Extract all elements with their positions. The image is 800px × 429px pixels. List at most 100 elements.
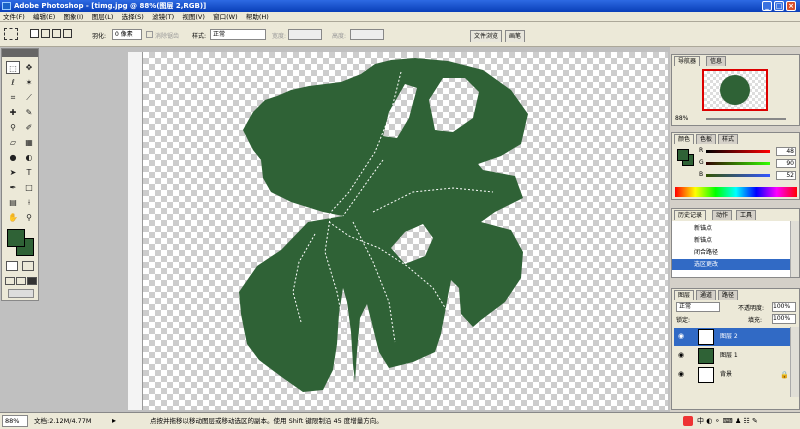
magic-wand-tool-icon[interactable]: ✶ — [22, 76, 36, 89]
healing-brush-tool-icon[interactable]: ✚ — [6, 106, 20, 119]
full-screen-icon[interactable] — [27, 277, 37, 285]
minimize-button[interactable]: _ — [762, 1, 772, 11]
color-ramp[interactable] — [675, 187, 797, 197]
tab-swatches[interactable]: 色板 — [696, 134, 717, 144]
layers-scrollbar[interactable] — [790, 327, 799, 397]
tab-channels[interactable]: 通道 — [696, 290, 717, 300]
menu-filter[interactable]: 滤镜(T) — [149, 12, 177, 22]
brush-tool-icon[interactable]: ✎ — [22, 106, 36, 119]
marquee-tool-preset-icon[interactable] — [4, 28, 18, 40]
tab-color[interactable]: 颜色 — [674, 134, 695, 144]
standard-mode-icon[interactable] — [6, 261, 18, 271]
history-item[interactable]: 闭合路径 — [672, 247, 790, 258]
blur-tool-icon[interactable]: ● — [6, 151, 20, 164]
document-size[interactable]: 文档:2.12M/4.77M — [34, 413, 92, 429]
zoom-level-input[interactable]: 88% — [2, 415, 28, 427]
add-selection-icon[interactable] — [41, 29, 50, 38]
move-tool-icon[interactable]: ✥ — [22, 61, 36, 74]
menu-view[interactable]: 视图(V) — [179, 12, 208, 22]
r-slider[interactable] — [706, 150, 770, 153]
layer-row[interactable]: 背景 — [674, 366, 790, 384]
history-brush-tool-icon[interactable]: ✐ — [22, 121, 36, 134]
b-slider[interactable] — [706, 174, 770, 177]
blend-mode-select[interactable]: 正常 — [676, 302, 720, 312]
jump-to-imageready-icon[interactable] — [8, 289, 34, 298]
hand-tool-icon[interactable]: ✋ — [6, 211, 20, 224]
navigator-zoom-slider[interactable] — [706, 118, 786, 120]
zoom-tool-icon[interactable]: ⚲ — [22, 211, 36, 224]
gradient-tool-icon[interactable]: ▦ — [22, 136, 36, 149]
layer-row-selected[interactable]: 图层 2 — [674, 328, 790, 346]
menu-window[interactable]: 窗口(W) — [210, 12, 241, 22]
tab-paths[interactable]: 路径 — [718, 290, 739, 300]
foreground-color-swatch[interactable] — [7, 229, 25, 247]
notes-tool-icon[interactable]: ▤ — [6, 196, 20, 209]
full-screen-menu-icon[interactable] — [16, 277, 26, 285]
g-slider[interactable] — [706, 162, 770, 165]
tab-info[interactable]: 信息 — [706, 56, 727, 66]
eye-visibility-icon[interactable]: ◉ — [678, 370, 686, 378]
tab-history[interactable]: 历史记录 — [674, 210, 707, 220]
menu-help[interactable]: 帮助(H) — [243, 12, 272, 22]
ime-logo-icon[interactable] — [683, 416, 693, 426]
slice-tool-icon[interactable]: ⟋ — [22, 91, 36, 104]
quick-mask-mode-icon[interactable] — [22, 261, 34, 271]
tab-tool-presets[interactable]: 工具 — [736, 210, 757, 220]
navigator-zoom-value[interactable]: 88% — [675, 115, 688, 122]
height-input[interactable] — [350, 29, 384, 40]
r-value-input[interactable]: 48 — [776, 147, 796, 156]
history-scrollbar[interactable] — [790, 221, 799, 277]
color-panel: 颜色 色板 样式 R 48 G 90 B 52 — [671, 132, 800, 200]
arrow-right-icon[interactable]: ▸ — [112, 413, 116, 429]
menu-image[interactable]: 图象(I) — [60, 12, 86, 22]
feather-input[interactable]: 0 像素 — [112, 29, 142, 40]
history-item-selected[interactable]: 选区更改 — [672, 259, 790, 270]
shape-tool-icon[interactable]: □ — [22, 181, 36, 194]
path-selection-tool-icon[interactable]: ➤ — [6, 166, 20, 179]
width-input[interactable] — [288, 29, 322, 40]
maximize-button[interactable]: □ — [774, 1, 784, 11]
navigator-thumbnail[interactable] — [702, 69, 768, 111]
history-item[interactable]: 新锚点 — [672, 235, 790, 246]
tab-styles[interactable]: 样式 — [718, 134, 739, 144]
menu-file[interactable]: 文件(F) — [0, 12, 28, 22]
tab-brushes[interactable]: 画笔 — [505, 30, 526, 42]
tab-navigator[interactable]: 导航器 — [674, 56, 701, 66]
subtract-selection-icon[interactable] — [52, 29, 61, 38]
clone-stamp-tool-icon[interactable]: ⚲ — [6, 121, 20, 134]
intersect-selection-icon[interactable] — [63, 29, 72, 38]
menu-select[interactable]: 选择(S) — [119, 12, 147, 22]
b-value-input[interactable]: 52 — [776, 171, 796, 180]
eye-visibility-icon[interactable]: ◉ — [678, 351, 686, 359]
color-fg-swatch[interactable] — [677, 149, 689, 161]
b-label: B — [699, 171, 704, 178]
tab-file-browser[interactable]: 文件浏览 — [470, 30, 503, 42]
opacity-input[interactable]: 100% — [772, 302, 796, 312]
marquee-tool-icon[interactable]: ⬚ — [6, 61, 20, 74]
antialias-checkbox[interactable] — [146, 31, 153, 38]
dodge-tool-icon[interactable]: ◐ — [22, 151, 36, 164]
ime-toolbar-icons[interactable]: 中 ◐ ⚬ ⌨ ♟ ☷ ✎ — [697, 413, 758, 429]
tab-actions[interactable]: 动作 — [712, 210, 733, 220]
new-selection-icon[interactable] — [30, 29, 39, 38]
history-item[interactable]: 新锚点 — [672, 223, 790, 234]
document-canvas[interactable] — [143, 52, 668, 410]
g-value-input[interactable]: 90 — [776, 159, 796, 168]
options-bar: 羽化: 0 像素 消除锯齿 样式: 正常 宽度: 高度: 文件浏览 画笔 — [0, 22, 800, 47]
tab-layers[interactable]: 图层 — [674, 290, 695, 300]
fill-input[interactable]: 100% — [772, 314, 796, 324]
tools-palette-header[interactable] — [2, 49, 38, 57]
eyedropper-tool-icon[interactable]: ⟊ — [22, 196, 36, 209]
crop-tool-icon[interactable]: ⌗ — [6, 91, 20, 104]
eye-visibility-icon[interactable]: ◉ — [678, 332, 686, 340]
eraser-tool-icon[interactable]: ▱ — [6, 136, 20, 149]
pen-tool-icon[interactable]: ✒ — [6, 181, 20, 194]
close-button[interactable]: × — [786, 1, 796, 11]
menu-edit[interactable]: 编辑(E) — [30, 12, 58, 22]
type-tool-icon[interactable]: T — [22, 166, 36, 179]
layer-row[interactable]: 图层 1 — [674, 347, 790, 365]
lasso-tool-icon[interactable]: ℓ — [6, 76, 20, 89]
menu-layer[interactable]: 图层(L) — [89, 12, 117, 22]
standard-screen-icon[interactable] — [5, 277, 15, 285]
style-select[interactable]: 正常 — [210, 29, 266, 40]
